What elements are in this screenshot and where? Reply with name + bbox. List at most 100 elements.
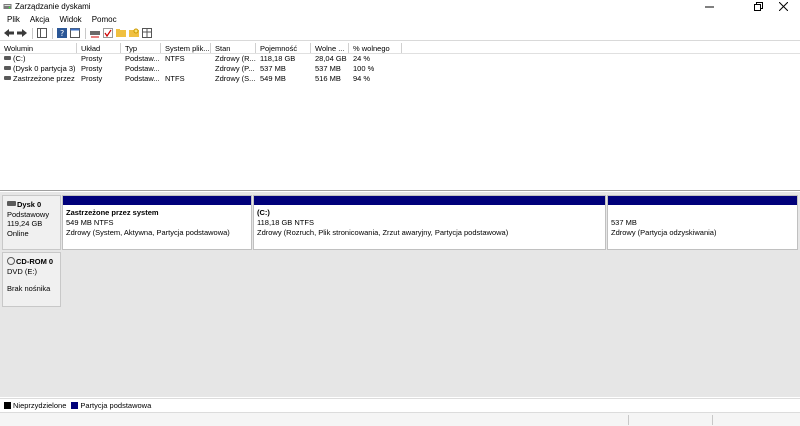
graphical-disk-view: Dysk 0 Podstawowy 119,24 GB Online Zastr… bbox=[0, 192, 800, 397]
volume-file-system: NTFS bbox=[165, 54, 185, 63]
partition-status: Zdrowy (Partycja odzyskiwania) bbox=[611, 228, 717, 237]
table-row[interactable]: (Dysk 0 partycja 3) Prosty Podstaw... Zd… bbox=[0, 64, 800, 74]
status-divider bbox=[628, 415, 629, 425]
folder-button[interactable] bbox=[115, 28, 126, 39]
column-volume[interactable]: Wolumin bbox=[0, 43, 77, 53]
volume-name: (C:) bbox=[13, 54, 26, 63]
column-file-system[interactable]: System plik... bbox=[161, 43, 211, 53]
volume-percent-free: 24 % bbox=[353, 54, 371, 63]
volume-status: Zdrowy (P... bbox=[215, 64, 255, 73]
partition-size: 549 MB NTFS bbox=[66, 218, 114, 227]
view-button[interactable] bbox=[141, 28, 152, 39]
menu-action[interactable]: Akcja bbox=[25, 13, 55, 26]
partition-c-drive[interactable]: (C:) 118,18 GB NTFS Zdrowy (Rozruch, Pli… bbox=[253, 195, 606, 250]
partition-recovery[interactable]: 537 MB Zdrowy (Partycja odzyskiwania) bbox=[607, 195, 798, 250]
volume-capacity: 118,18 GB bbox=[260, 54, 296, 63]
primary-partition-bar bbox=[63, 196, 251, 205]
console-tree-button[interactable] bbox=[36, 28, 47, 39]
disk-status: Online bbox=[7, 228, 29, 238]
legend-swatch bbox=[4, 402, 11, 409]
menu-bar: Plik Akcja Widok Pomoc bbox=[0, 13, 800, 26]
menu-help[interactable]: Pomoc bbox=[87, 13, 122, 26]
legend-label: Nieprzydzielone bbox=[13, 401, 67, 410]
folder-icon bbox=[115, 29, 126, 37]
view-icon bbox=[141, 28, 152, 38]
check-button[interactable] bbox=[102, 28, 113, 39]
cd-rom-0-label[interactable]: CD-ROM 0 DVD (E:) Brak nośnika bbox=[2, 252, 61, 307]
partition-status: Zdrowy (Rozruch, Plik stronicowania, Zrz… bbox=[257, 228, 509, 237]
partition-size: 537 MB bbox=[611, 218, 637, 227]
disk-management-app-icon bbox=[3, 4, 12, 9]
disk-name: CD-ROM 0 bbox=[16, 257, 54, 266]
folder-star-button[interactable] bbox=[128, 28, 139, 39]
disk-button[interactable] bbox=[89, 28, 100, 39]
forward-button[interactable] bbox=[16, 28, 27, 39]
legend-item-primary-partition: Partycja podstawowa bbox=[71, 401, 151, 410]
status-bar bbox=[0, 412, 800, 426]
minimize-button[interactable] bbox=[692, 0, 726, 13]
cd-rom-0-area bbox=[62, 252, 798, 307]
disk-type: Podstawowy bbox=[7, 209, 50, 219]
disk-0-label[interactable]: Dysk 0 Podstawowy 119,24 GB Online bbox=[2, 195, 61, 250]
console-tree-icon bbox=[36, 28, 47, 38]
table-row[interactable]: (C:) Prosty Podstaw... NTFS Zdrowy (R...… bbox=[0, 54, 800, 64]
legend-label: Partycja podstawowa bbox=[80, 401, 152, 410]
partition-name: (C:) bbox=[257, 208, 270, 217]
volume-status: Zdrowy (S... bbox=[215, 74, 256, 83]
close-icon bbox=[778, 2, 788, 11]
column-capacity[interactable]: Pojemność bbox=[256, 43, 311, 53]
forward-arrow-icon bbox=[16, 29, 27, 37]
partition-status: Zdrowy (System, Aktywna, Partycja podsta… bbox=[66, 228, 230, 237]
back-button[interactable] bbox=[3, 28, 14, 39]
table-row[interactable]: Zastrzeżone przez ... Prosty Podstaw... … bbox=[0, 74, 800, 84]
disk-row-cd-rom-0: CD-ROM 0 DVD (E:) Brak nośnika bbox=[0, 252, 800, 307]
volume-name: (Dysk 0 partycja 3) bbox=[13, 64, 76, 73]
menu-file[interactable]: Plik bbox=[2, 13, 25, 26]
back-arrow-icon bbox=[3, 29, 14, 37]
volume-file-system: NTFS bbox=[165, 74, 185, 83]
volume-icon bbox=[4, 66, 11, 70]
primary-partition-bar bbox=[608, 196, 797, 205]
menu-view[interactable]: Widok bbox=[54, 13, 86, 26]
column-percent-free[interactable]: % wolnego bbox=[349, 43, 402, 53]
volume-list-header: Wolumin Układ Typ System plik... Stan Po… bbox=[0, 43, 800, 54]
legend-swatch bbox=[71, 402, 79, 409]
disk-0-partitions: Zastrzeżone przez system 549 MB NTFS Zdr… bbox=[62, 195, 798, 250]
close-button[interactable] bbox=[766, 0, 800, 13]
volume-free-space: 537 MB bbox=[315, 64, 341, 73]
minimize-icon bbox=[704, 6, 714, 8]
legend-item-unallocated: Nieprzydzielone bbox=[4, 401, 66, 410]
volume-percent-free: 94 % bbox=[353, 74, 371, 83]
disk-row-disk-0: Dysk 0 Podstawowy 119,24 GB Online Zastr… bbox=[0, 195, 800, 250]
disk-type: DVD (E:) bbox=[7, 266, 37, 276]
volume-status: Zdrowy (R... bbox=[215, 54, 256, 63]
volume-free-space: 28,04 GB bbox=[315, 54, 347, 63]
folder-star-icon bbox=[128, 28, 139, 37]
legend: Nieprzydzielone Partycja podstawowa bbox=[0, 398, 800, 412]
properties-button[interactable] bbox=[69, 28, 80, 39]
volume-percent-free: 100 % bbox=[353, 64, 375, 73]
column-status[interactable]: Stan bbox=[211, 43, 256, 53]
disk-name: Dysk 0 bbox=[17, 200, 42, 209]
volume-capacity: 549 MB bbox=[260, 74, 286, 83]
help-icon: ? bbox=[56, 28, 67, 38]
toolbar-separator bbox=[85, 27, 86, 39]
toolbar: ? bbox=[0, 26, 800, 41]
column-free-space[interactable]: Wolne ... bbox=[311, 43, 349, 53]
properties-icon bbox=[69, 28, 80, 38]
volume-list: Wolumin Układ Typ System plik... Stan Po… bbox=[0, 43, 800, 191]
column-layout[interactable]: Układ bbox=[77, 43, 121, 53]
partition-system-reserved[interactable]: Zastrzeżone przez system 549 MB NTFS Zdr… bbox=[62, 195, 252, 250]
volume-file-system bbox=[161, 64, 211, 74]
restore-icon bbox=[753, 2, 763, 11]
disk-status: Brak nośnika bbox=[7, 284, 51, 293]
volume-icon bbox=[4, 76, 11, 80]
window-title: Zarządzanie dyskami bbox=[15, 2, 91, 11]
partition-name bbox=[611, 208, 794, 218]
column-type[interactable]: Typ bbox=[121, 43, 161, 53]
cd-rom-icon bbox=[7, 257, 15, 265]
help-button[interactable]: ? bbox=[56, 28, 67, 39]
volume-capacity: 537 MB bbox=[260, 64, 286, 73]
disk-size: 119,24 GB bbox=[7, 219, 43, 228]
check-icon bbox=[102, 28, 113, 38]
